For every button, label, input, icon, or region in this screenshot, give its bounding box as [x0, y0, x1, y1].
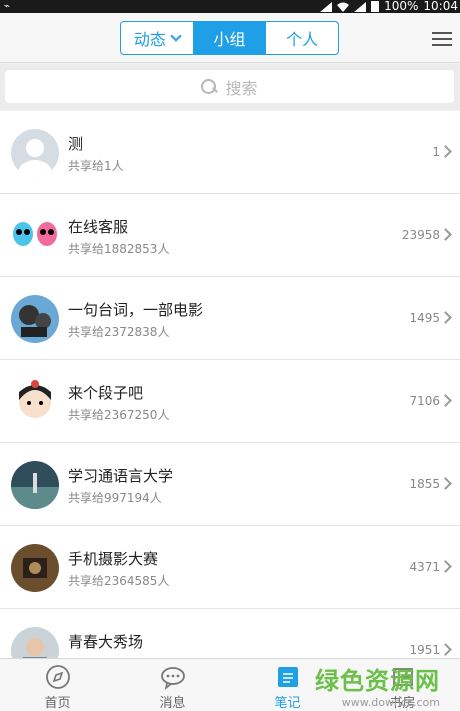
segmented-control: 动态 小组 个人 — [120, 21, 339, 55]
group-name: 测 — [68, 135, 84, 153]
film-projector-avatar — [11, 295, 59, 343]
sim-signal-icon — [354, 1, 367, 12]
group-row[interactable]: 青春大秀场 1951 — [0, 609, 460, 658]
tab-personal-label: 个人 — [286, 30, 319, 49]
group-name: 来个段子吧 — [68, 384, 144, 402]
wifi-icon — [337, 2, 350, 12]
tab-messages[interactable]: 消息 — [115, 659, 230, 711]
default-avatar-icon — [11, 129, 59, 177]
tab-messages-label: 消息 — [159, 696, 186, 711]
usb-icon: ⌁ — [4, 1, 11, 12]
tab-group-label: 小组 — [213, 30, 246, 49]
tab-home[interactable]: 首页 — [0, 659, 115, 711]
signal-icon — [320, 1, 333, 12]
group-row[interactable]: 手机摄影大赛 共享给2364585人 4371 — [0, 526, 460, 609]
chat-bubble-icon — [160, 667, 185, 690]
group-name: 在线客服 — [68, 218, 129, 236]
tab-dynamic-label: 动态 — [133, 30, 166, 49]
group-row[interactable]: 测 共享给1人 1 — [0, 111, 460, 194]
group-shared: 共享给2372838人 — [68, 325, 170, 339]
group-count: 23958 — [401, 228, 440, 242]
group-shared: 共享给1882853人 — [68, 242, 170, 256]
alien-twins-avatar — [11, 212, 59, 260]
chevron-down-icon — [170, 29, 182, 42]
status-bar: ⌁ 100% 10:04 — [0, 0, 460, 13]
landscape-photo-avatar — [11, 461, 59, 509]
group-name: 一句台词，一部电影 — [68, 301, 204, 319]
vintage-camera-avatar — [11, 544, 59, 592]
group-shared: 共享给2364585人 — [68, 574, 170, 588]
compass-icon — [45, 665, 70, 689]
chevron-right-icon — [439, 643, 452, 656]
group-row[interactable]: 一句台词，一部电影 共享给2372838人 1495 — [0, 277, 460, 360]
group-count: 7106 — [409, 394, 440, 408]
tab-dynamic[interactable]: 动态 — [121, 22, 194, 54]
search-icon — [201, 78, 217, 95]
group-count: 4371 — [409, 560, 440, 574]
group-shared: 共享给1人 — [68, 159, 124, 173]
group-name: 学习通语言大学 — [68, 467, 174, 485]
search-area: 搜索 — [0, 64, 460, 110]
clock: 10:04 — [423, 0, 458, 13]
chevron-right-icon — [439, 560, 452, 573]
tab-home-label: 首页 — [44, 696, 71, 711]
chevron-right-icon — [439, 228, 452, 241]
group-name: 手机摄影大赛 — [68, 550, 159, 568]
group-row[interactable]: 在线客服 共享给1882853人 23958 — [0, 194, 460, 277]
group-name: 青春大秀场 — [68, 633, 144, 651]
portrait-photo-avatar — [11, 627, 59, 658]
group-count: 1951 — [409, 643, 440, 657]
menu-icon[interactable] — [432, 32, 452, 46]
battery-icon — [371, 1, 380, 12]
battery-percent: 100% — [384, 0, 419, 13]
group-shared: 共享给997194人 — [68, 491, 162, 505]
watermark-url: www.downcc.com — [341, 696, 440, 709]
group-row[interactable]: 学习通语言大学 共享给997194人 1855 — [0, 443, 460, 526]
chevron-right-icon — [439, 145, 452, 158]
note-icon — [277, 667, 298, 687]
search-input[interactable]: 搜索 — [5, 70, 454, 103]
top-bar: 动态 小组 个人 — [0, 13, 460, 63]
group-shared: 共享给2367250人 — [68, 408, 170, 422]
group-count: 1495 — [409, 311, 440, 325]
chevron-right-icon — [439, 477, 452, 490]
chevron-right-icon — [439, 311, 452, 324]
tab-notes-label: 笔记 — [274, 696, 301, 711]
group-count: 1855 — [409, 477, 440, 491]
tab-group[interactable]: 小组 — [193, 22, 267, 54]
group-list: 测 共享给1人 1 在线客服 共享给1882853人 23958 一句台词，一部… — [0, 111, 460, 658]
cartoon-girl-avatar — [11, 378, 59, 426]
chevron-right-icon — [439, 394, 452, 407]
tab-personal[interactable]: 个人 — [266, 22, 338, 54]
group-row[interactable]: 来个段子吧 共享给2367250人 7106 — [0, 360, 460, 443]
search-placeholder: 搜索 — [225, 78, 258, 98]
watermark-title: 绿色资源网 — [315, 667, 440, 695]
watermark: 绿色资源网 www.downcc.com — [315, 661, 440, 709]
